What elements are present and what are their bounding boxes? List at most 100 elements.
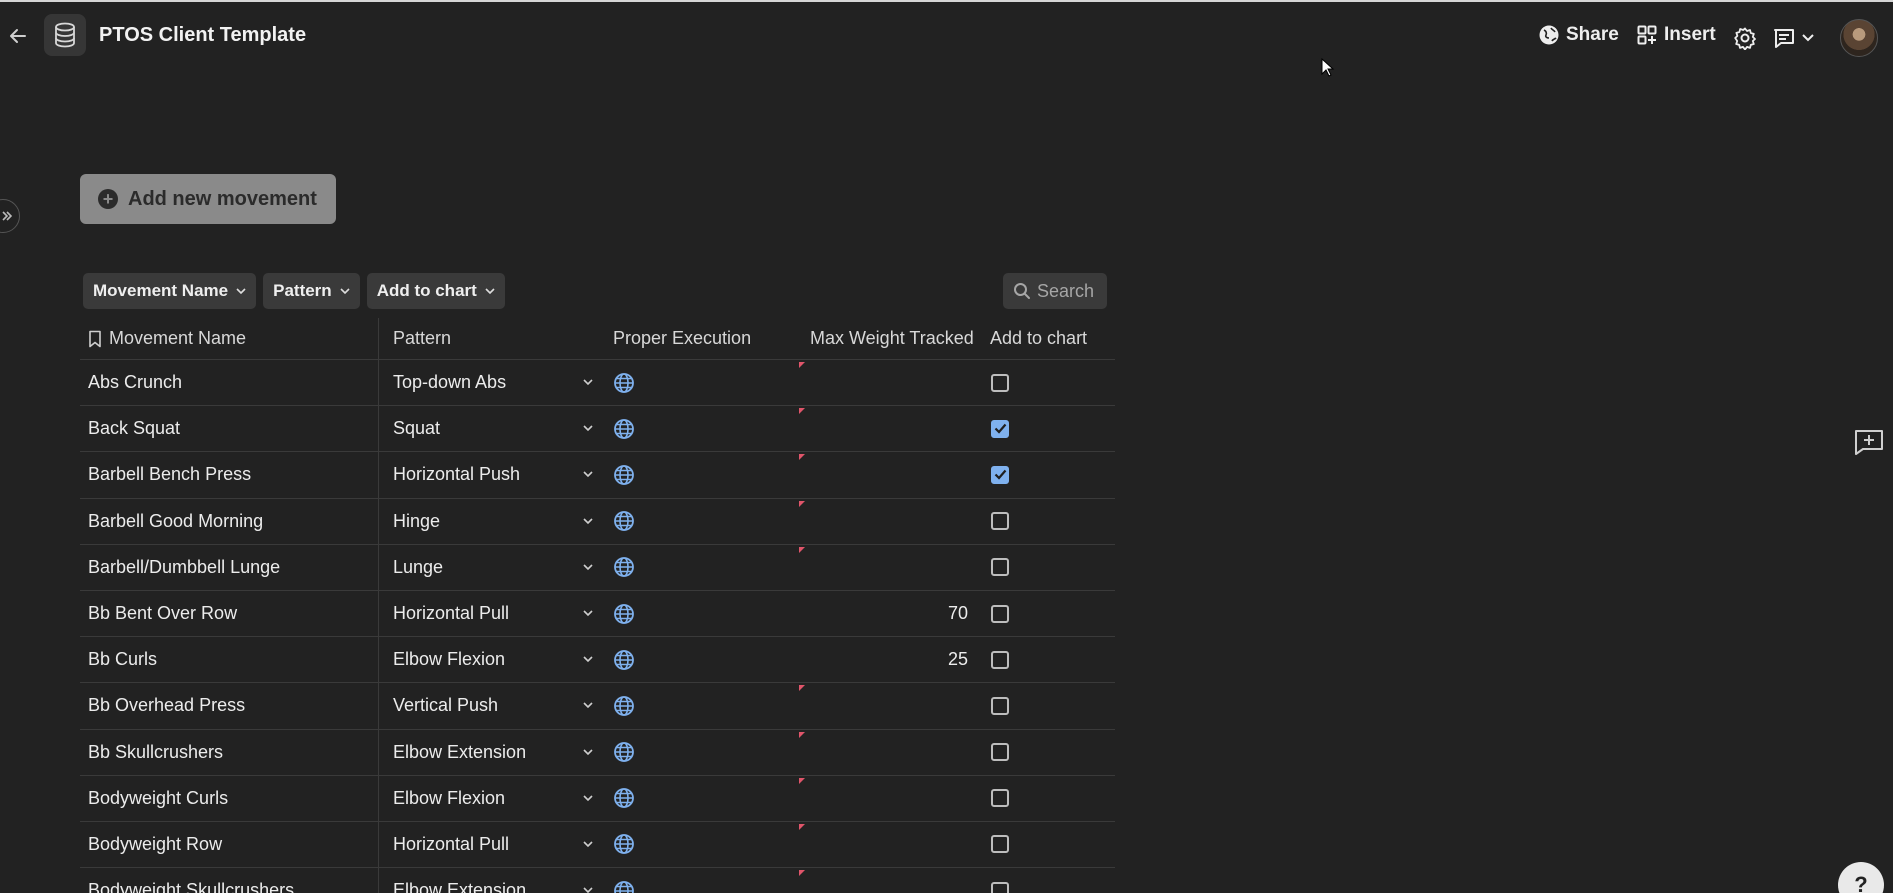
column-header-movement-name[interactable]: Movement Name bbox=[88, 318, 378, 359]
movement-name-cell[interactable]: Bb Skullcrushers bbox=[88, 730, 378, 775]
table-row[interactable]: Back Squat Squat bbox=[80, 406, 1115, 453]
add-to-chart-checkbox[interactable] bbox=[991, 696, 1009, 715]
settings-button[interactable] bbox=[1733, 26, 1757, 51]
max-weight-cell[interactable] bbox=[798, 406, 968, 451]
proper-execution-link[interactable] bbox=[613, 545, 763, 590]
column-header-pattern[interactable]: Pattern bbox=[393, 318, 593, 359]
add-to-chart-checkbox[interactable] bbox=[991, 789, 1009, 808]
add-to-chart-cell[interactable] bbox=[991, 406, 1111, 451]
add-to-chart-checkbox[interactable] bbox=[991, 558, 1009, 577]
add-to-chart-cell[interactable] bbox=[991, 776, 1111, 821]
proper-execution-link[interactable] bbox=[613, 776, 763, 821]
max-weight-cell[interactable] bbox=[798, 360, 968, 405]
add-to-chart-cell[interactable] bbox=[991, 822, 1111, 867]
filter-chip-pattern[interactable]: Pattern bbox=[263, 273, 360, 309]
add-to-chart-cell[interactable] bbox=[991, 545, 1111, 590]
table-row[interactable]: Bb Skullcrushers Elbow Extension bbox=[80, 729, 1115, 776]
comments-button[interactable] bbox=[1772, 26, 1822, 50]
sidebar-expand-button[interactable] bbox=[0, 199, 20, 233]
share-button[interactable]: Share bbox=[1538, 24, 1619, 46]
add-to-chart-checkbox[interactable] bbox=[991, 881, 1009, 893]
column-header-add-to-chart[interactable]: Add to chart bbox=[990, 318, 1110, 359]
proper-execution-link[interactable] bbox=[613, 637, 763, 682]
movement-name-cell[interactable]: Bb Overhead Press bbox=[88, 683, 378, 728]
doc-icon[interactable] bbox=[44, 14, 86, 56]
table-row[interactable]: Barbell Good Morning Hinge bbox=[80, 498, 1115, 545]
table-row[interactable]: Barbell/Dumbbell Lunge Lunge bbox=[80, 544, 1115, 591]
proper-execution-link[interactable] bbox=[613, 683, 763, 728]
max-weight-cell[interactable] bbox=[798, 868, 968, 893]
table-row[interactable]: Bb Curls Elbow Flexion 25 bbox=[80, 637, 1115, 684]
proper-execution-link[interactable] bbox=[613, 868, 763, 893]
add-comment-button[interactable] bbox=[1853, 428, 1885, 456]
pattern-select[interactable]: Lunge bbox=[393, 545, 593, 590]
movement-name-cell[interactable]: Barbell Good Morning bbox=[88, 499, 378, 544]
movement-name-cell[interactable]: Barbell/Dumbbell Lunge bbox=[88, 545, 378, 590]
max-weight-cell[interactable] bbox=[798, 499, 968, 544]
max-weight-cell[interactable] bbox=[798, 822, 968, 867]
back-button[interactable] bbox=[6, 22, 30, 50]
add-to-chart-checkbox[interactable] bbox=[991, 743, 1009, 762]
proper-execution-link[interactable] bbox=[613, 360, 763, 405]
pattern-select[interactable]: Hinge bbox=[393, 499, 593, 544]
add-to-chart-cell[interactable] bbox=[991, 868, 1111, 893]
proper-execution-link[interactable] bbox=[613, 499, 763, 544]
movement-name-cell[interactable]: Bb Bent Over Row bbox=[88, 591, 378, 636]
movement-name-cell[interactable]: Barbell Bench Press bbox=[88, 452, 378, 497]
doc-title[interactable]: PTOS Client Template bbox=[99, 24, 306, 47]
table-search-button[interactable]: Search bbox=[1003, 273, 1107, 309]
table-row[interactable]: Bodyweight Row Horizontal Pull bbox=[80, 821, 1115, 869]
add-to-chart-checkbox[interactable] bbox=[991, 604, 1009, 623]
pattern-select[interactable]: Elbow Flexion bbox=[393, 637, 593, 682]
add-to-chart-checkbox[interactable] bbox=[991, 835, 1009, 854]
add-to-chart-checkbox[interactable] bbox=[991, 650, 1009, 669]
add-to-chart-cell[interactable] bbox=[991, 730, 1111, 775]
proper-execution-link[interactable] bbox=[613, 406, 763, 451]
filter-chip-add-to-chart[interactable]: Add to chart bbox=[366, 273, 505, 309]
pattern-select[interactable]: Elbow Extension bbox=[393, 730, 593, 775]
insert-button[interactable]: Insert bbox=[1637, 24, 1716, 46]
max-weight-cell[interactable] bbox=[798, 683, 968, 728]
add-to-chart-checkbox[interactable] bbox=[991, 465, 1009, 484]
proper-execution-link[interactable] bbox=[613, 591, 763, 636]
column-header-max-weight[interactable]: Max Weight Tracked bbox=[810, 318, 980, 359]
add-to-chart-cell[interactable] bbox=[991, 499, 1111, 544]
max-weight-cell[interactable] bbox=[798, 452, 968, 497]
table-row[interactable]: Bb Bent Over Row Horizontal Pull 70 bbox=[80, 590, 1115, 638]
add-to-chart-checkbox[interactable] bbox=[991, 419, 1009, 438]
table-row[interactable]: Bodyweight Skullcrushers Elbow Extension bbox=[80, 868, 1115, 893]
movement-name-cell[interactable]: Abs Crunch bbox=[88, 360, 378, 405]
pattern-select[interactable]: Top-down Abs bbox=[393, 360, 593, 405]
pattern-select[interactable]: Squat bbox=[393, 406, 593, 451]
column-header-proper-execution[interactable]: Proper Execution bbox=[613, 318, 763, 359]
pattern-select[interactable]: Elbow Flexion bbox=[393, 776, 593, 821]
add-to-chart-checkbox[interactable] bbox=[991, 512, 1009, 531]
table-row[interactable]: Abs Crunch Top-down Abs bbox=[80, 360, 1115, 407]
pattern-select[interactable]: Horizontal Pull bbox=[393, 591, 593, 636]
movement-name-cell[interactable]: Bodyweight Curls bbox=[88, 776, 378, 821]
add-to-chart-checkbox[interactable] bbox=[991, 373, 1009, 392]
table-row[interactable]: Bb Overhead Press Vertical Push bbox=[80, 683, 1115, 730]
user-avatar[interactable] bbox=[1840, 19, 1878, 57]
pattern-select[interactable]: Horizontal Push bbox=[393, 452, 593, 497]
movement-name-cell[interactable]: Bodyweight Skullcrushers bbox=[88, 868, 378, 893]
proper-execution-link[interactable] bbox=[613, 452, 763, 497]
help-button[interactable]: ? bbox=[1838, 862, 1884, 893]
add-to-chart-cell[interactable] bbox=[991, 591, 1111, 636]
movement-name-cell[interactable]: Bb Curls bbox=[88, 637, 378, 682]
filter-chip-movement-name[interactable]: Movement Name bbox=[83, 273, 257, 309]
movement-name-cell[interactable]: Back Squat bbox=[88, 406, 378, 451]
max-weight-cell[interactable]: 70 bbox=[798, 591, 968, 636]
add-to-chart-cell[interactable] bbox=[991, 683, 1111, 728]
max-weight-cell[interactable]: 25 bbox=[798, 637, 968, 682]
table-row[interactable]: Barbell Bench Press Horizontal Push bbox=[80, 452, 1115, 499]
max-weight-cell[interactable] bbox=[798, 545, 968, 590]
proper-execution-link[interactable] bbox=[613, 822, 763, 867]
pattern-select[interactable]: Horizontal Pull bbox=[393, 822, 593, 867]
table-row[interactable]: Bodyweight Curls Elbow Flexion bbox=[80, 775, 1115, 822]
proper-execution-link[interactable] bbox=[613, 730, 763, 775]
add-to-chart-cell[interactable] bbox=[991, 360, 1111, 405]
movement-name-cell[interactable]: Bodyweight Row bbox=[88, 822, 378, 867]
add-to-chart-cell[interactable] bbox=[991, 637, 1111, 682]
add-new-movement-button[interactable]: + Add new movement bbox=[80, 174, 336, 224]
